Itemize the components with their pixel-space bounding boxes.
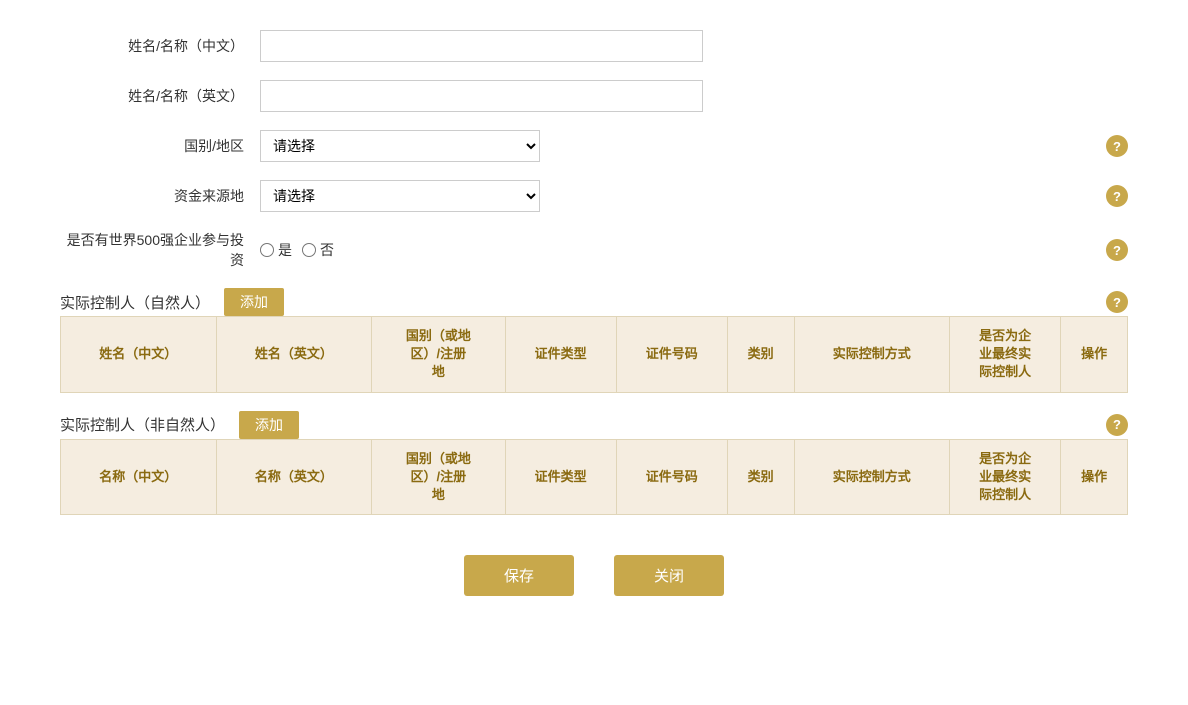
fortune500-no-option[interactable]: 否 — [302, 240, 334, 260]
fortune500-radio-group: 是 否 — [260, 240, 334, 260]
fortune500-label: 是否有世界500强企业参与投资 — [60, 230, 260, 270]
section1-table-header-row: 姓名（中文） 姓名（英文） 国别（或地区）/注册地 证件类型 证件号码 类别 实… — [61, 317, 1128, 393]
fortune500-yes-radio[interactable] — [260, 243, 274, 257]
fund-source-row: 资金来源地 请选择 ? — [60, 180, 1128, 212]
name-en-row: 姓名/名称（英文） — [60, 80, 1128, 112]
fortune500-yes-label: 是 — [278, 240, 292, 260]
section1-add-button[interactable]: 添加 — [224, 288, 284, 316]
section2-col-name-cn: 名称（中文） — [61, 439, 217, 515]
fortune500-no-label: 否 — [320, 240, 334, 260]
name-cn-row: 姓名/名称（中文） — [60, 30, 1128, 62]
fortune500-row: 是否有世界500强企业参与投资 是 否 ? — [60, 230, 1128, 270]
country-select[interactable]: 请选择 — [260, 130, 540, 162]
section2-table: 名称（中文） 名称（英文） 国别（或地区）/注册地 证件类型 证件号码 类别 实… — [60, 439, 1128, 516]
section2-add-button[interactable]: 添加 — [239, 411, 299, 439]
section1-left: 实际控制人（自然人） 添加 — [60, 288, 284, 316]
section1-col-operation: 操作 — [1061, 317, 1128, 393]
section1-col-is-final-controller: 是否为企业最终实际控制人 — [950, 317, 1061, 393]
country-label: 国别/地区 — [60, 136, 260, 156]
name-cn-label: 姓名/名称（中文） — [60, 36, 260, 56]
section1-col-control-method: 实际控制方式 — [794, 317, 950, 393]
country-help-icon[interactable]: ? — [1106, 135, 1128, 157]
section1-col-name-cn: 姓名（中文） — [61, 317, 217, 393]
section1-table: 姓名（中文） 姓名（英文） 国别（或地区）/注册地 证件类型 证件号码 类别 实… — [60, 316, 1128, 393]
section2-col-country: 国别（或地区）/注册地 — [372, 439, 505, 515]
section2-col-cert-no: 证件号码 — [616, 439, 727, 515]
section1-col-name-en: 姓名（英文） — [216, 317, 372, 393]
section2-col-cert-type: 证件类型 — [505, 439, 616, 515]
section1-title: 实际控制人（自然人） — [60, 292, 210, 313]
save-button[interactable]: 保存 — [464, 555, 574, 596]
section2-table-header-row: 名称（中文） 名称（英文） 国别（或地区）/注册地 证件类型 证件号码 类别 实… — [61, 439, 1128, 515]
name-cn-input[interactable] — [260, 30, 703, 62]
section2-col-name-en: 名称（英文） — [216, 439, 372, 515]
section2-col-operation: 操作 — [1061, 439, 1128, 515]
close-button[interactable]: 关闭 — [614, 555, 724, 596]
fund-source-select[interactable]: 请选择 — [260, 180, 540, 212]
fortune500-help-icon[interactable]: ? — [1106, 239, 1128, 261]
country-row: 国别/地区 请选择 ? — [60, 130, 1128, 162]
section1-col-category: 类别 — [727, 317, 794, 393]
section1-col-cert-no: 证件号码 — [616, 317, 727, 393]
section2-help-icon[interactable]: ? — [1106, 414, 1128, 436]
section2-left: 实际控制人（非自然人） 添加 — [60, 411, 299, 439]
section2-col-control-method: 实际控制方式 — [794, 439, 950, 515]
section1-col-country: 国别（或地区）/注册地 — [372, 317, 505, 393]
section2-col-is-final-controller: 是否为企业最终实际控制人 — [950, 439, 1061, 515]
section2-header: 实际控制人（非自然人） 添加 ? — [60, 411, 1128, 439]
section1-header: 实际控制人（自然人） 添加 ? — [60, 288, 1128, 316]
section1-col-cert-type: 证件类型 — [505, 317, 616, 393]
section2-title: 实际控制人（非自然人） — [60, 414, 225, 435]
fund-source-help-icon[interactable]: ? — [1106, 185, 1128, 207]
fortune500-no-radio[interactable] — [302, 243, 316, 257]
name-en-label: 姓名/名称（英文） — [60, 86, 260, 106]
name-en-input[interactable] — [260, 80, 703, 112]
bottom-buttons: 保存 关闭 — [60, 555, 1128, 596]
main-container: 姓名/名称（中文） 姓名/名称（英文） 国别/地区 请选择 ? 资金来源地 请选… — [0, 0, 1188, 636]
fund-source-label: 资金来源地 — [60, 186, 260, 206]
section1-help-icon[interactable]: ? — [1106, 291, 1128, 313]
section2-col-category: 类别 — [727, 439, 794, 515]
fortune500-yes-option[interactable]: 是 — [260, 240, 292, 260]
